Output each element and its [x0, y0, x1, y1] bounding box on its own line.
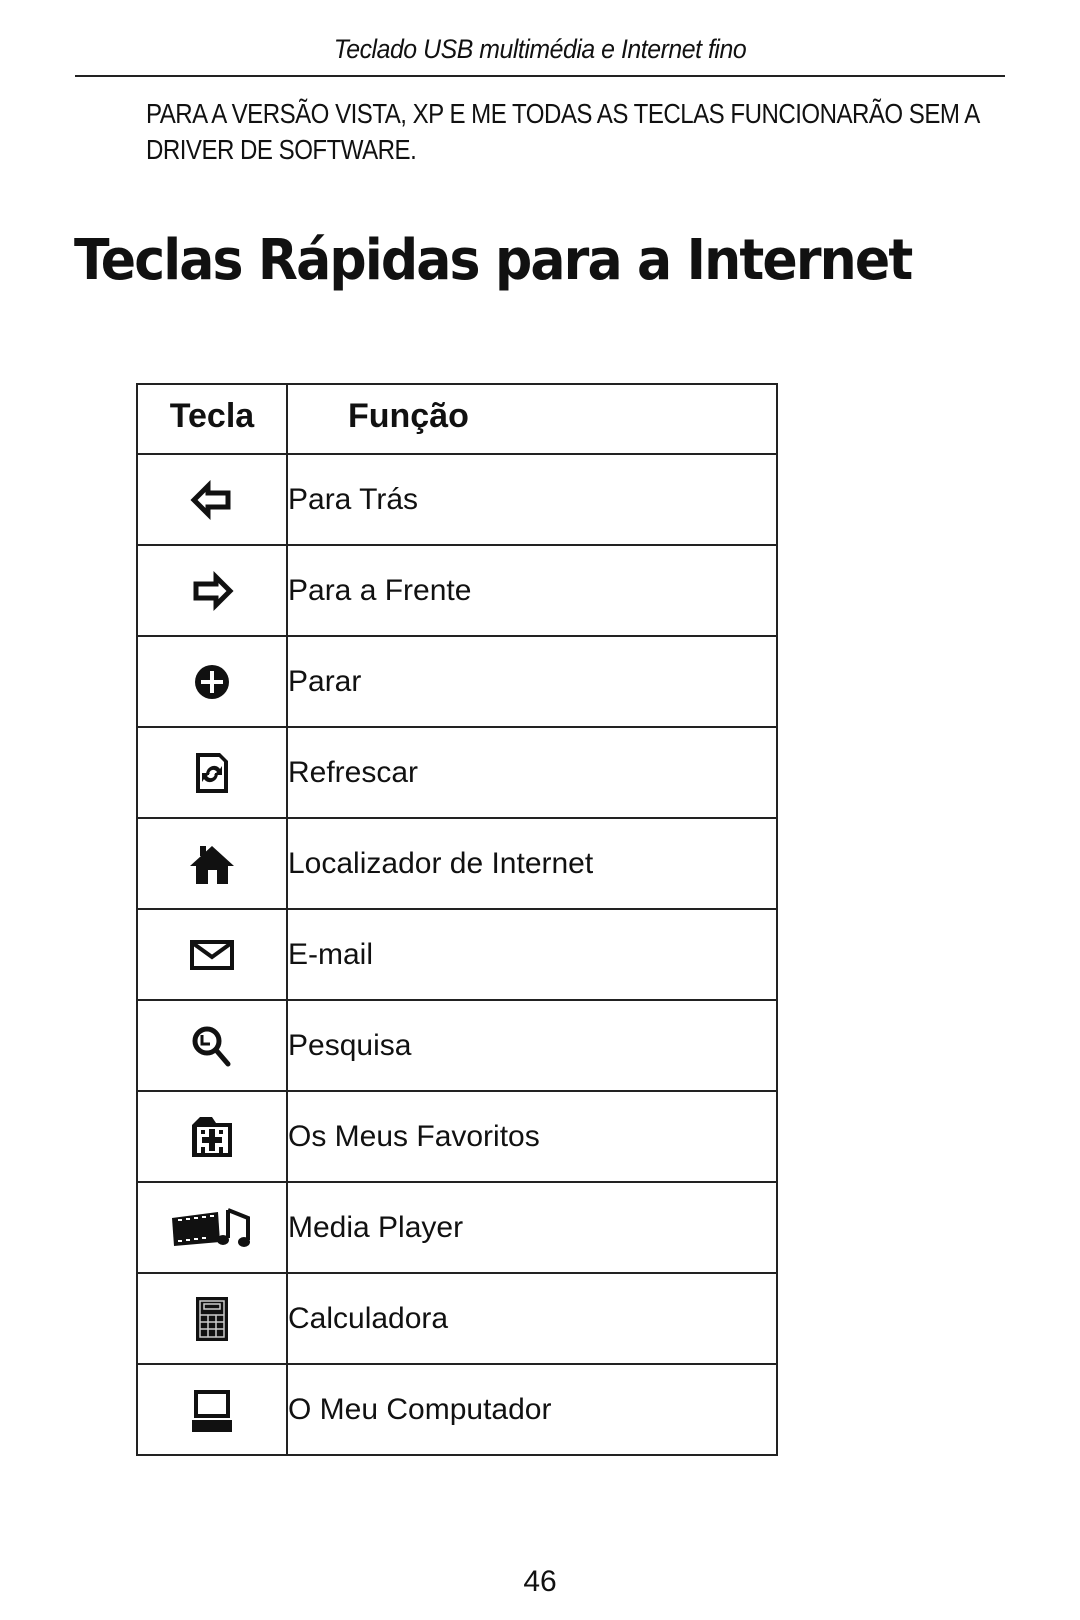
- table-row: Pesquisa: [136, 999, 778, 1092]
- table-row: Calculadora: [136, 1272, 778, 1365]
- hotkeys-table: Tecla Função Para Trás Para a Frente Par…: [136, 383, 778, 1456]
- note-line-2: DRIVER DE SOFTWARE.: [146, 134, 417, 165]
- table-row: O Meu Computador: [136, 1363, 778, 1456]
- function-label: O Meu Computador: [286, 1363, 778, 1456]
- function-label: Pesquisa: [286, 999, 778, 1092]
- table-row: Media Player: [136, 1181, 778, 1274]
- section-title: Teclas Rápidas para a Internet: [74, 228, 913, 293]
- table-header-row: Tecla Função: [136, 383, 778, 455]
- table-row: Parar: [136, 635, 778, 728]
- function-label: E-mail: [286, 908, 778, 1001]
- envelope-icon: [188, 931, 236, 979]
- favorites-folder-icon: [188, 1113, 236, 1161]
- calculator-icon: [188, 1295, 236, 1343]
- home-icon: [188, 840, 236, 888]
- note-line-1: PARA A VERSÃO VISTA, XP E ME TODAS AS TE…: [146, 98, 980, 129]
- refresh-icon: [188, 749, 236, 797]
- magnifier-icon: [188, 1022, 236, 1070]
- function-label: Localizador de Internet: [286, 817, 778, 910]
- function-label: Para Trás: [286, 453, 778, 546]
- function-label: Para a Frente: [286, 544, 778, 637]
- function-label: Media Player: [286, 1181, 778, 1274]
- table-row: Para Trás: [136, 453, 778, 546]
- table-row: Para a Frente: [136, 544, 778, 637]
- column-header-function: Função: [286, 383, 778, 455]
- table-row: E-mail: [136, 908, 778, 1001]
- compatibility-note: PARA A VERSÃO VISTA, XP E ME TODAS AS TE…: [146, 96, 980, 168]
- forward-arrow-icon: [188, 567, 236, 615]
- header-divider: [75, 75, 1005, 77]
- function-label: Parar: [286, 635, 778, 728]
- computer-icon: [188, 1386, 236, 1434]
- function-label: Refrescar: [286, 726, 778, 819]
- running-header: Teclado USB multimédia e Internet fino: [333, 34, 747, 64]
- table-row: Refrescar: [136, 726, 778, 819]
- table-row: Localizador de Internet: [136, 817, 778, 910]
- function-label: Os Meus Favoritos: [286, 1090, 778, 1183]
- column-header-key: Tecla: [136, 383, 288, 455]
- stop-icon: [188, 658, 236, 706]
- media-player-icon: [170, 1204, 254, 1252]
- function-label: Calculadora: [286, 1272, 778, 1365]
- back-arrow-icon: [188, 476, 236, 524]
- page-number: 46: [523, 1565, 557, 1598]
- table-row: Os Meus Favoritos: [136, 1090, 778, 1183]
